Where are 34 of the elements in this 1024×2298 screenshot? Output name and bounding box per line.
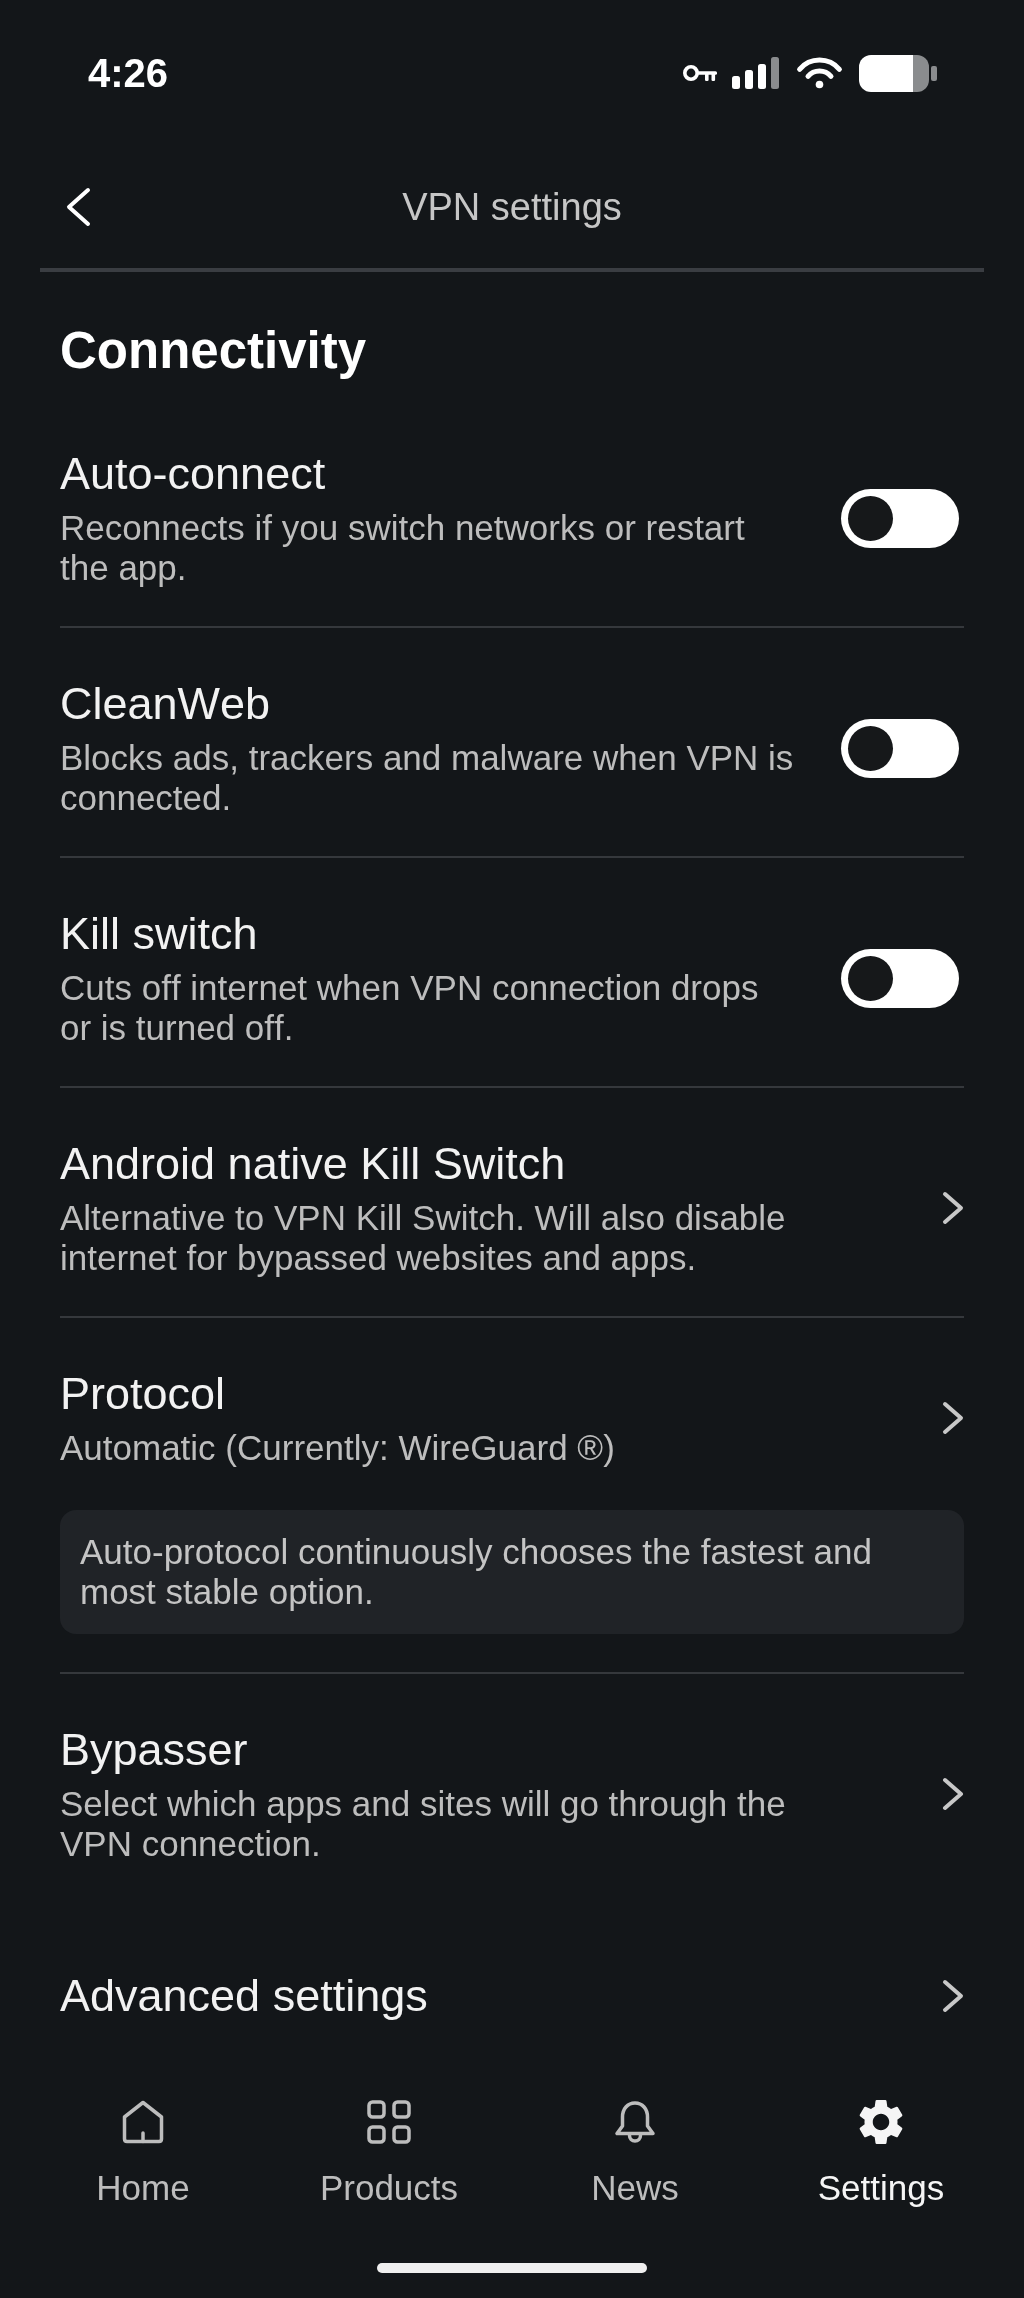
grid-icon bbox=[367, 2100, 411, 2144]
setting-description: Automatic (Currently: WireGuard ®) bbox=[60, 1428, 615, 1468]
section-heading: Connectivity bbox=[60, 321, 367, 381]
wifi-icon bbox=[796, 57, 843, 89]
battery-icon bbox=[859, 54, 937, 92]
nav-tab[interactable]: Home bbox=[96, 2100, 190, 2208]
chevron-right-icon[interactable] bbox=[942, 1777, 964, 1811]
back-icon[interactable] bbox=[65, 187, 91, 227]
settings-icon bbox=[859, 2100, 903, 2144]
setting-title: CleanWeb bbox=[60, 678, 271, 730]
nav-tab[interactable]: Settings bbox=[817, 2100, 945, 2208]
setting-description: Alternative to VPN Kill Switch. Will also disable internet for bypassed websites and apps. bbox=[60, 1198, 787, 1278]
nav-tab[interactable]: Products bbox=[319, 2100, 459, 2208]
setting-description: Reconnects if you switch networks or restart the app. bbox=[60, 508, 746, 588]
status-time: 4:26 bbox=[88, 53, 169, 93]
setting-title: Android native Kill Switch bbox=[60, 1138, 566, 1190]
key-icon bbox=[683, 64, 717, 82]
setting-title: Kill switch bbox=[60, 908, 258, 960]
screen-title: VPN settings bbox=[402, 185, 622, 230]
setting-title: Protocol bbox=[60, 1368, 226, 1420]
setting-title: Bypasser bbox=[60, 1724, 248, 1776]
chevron-right-icon[interactable] bbox=[942, 1979, 964, 2013]
setting-description: Cuts off internet when VPN connection drops or is turned off. bbox=[60, 968, 760, 1048]
nav-tab[interactable]: News bbox=[591, 2100, 679, 2208]
bell-icon bbox=[613, 2100, 657, 2144]
setting-title: Auto-connect bbox=[60, 448, 326, 500]
info-note: Auto-protocol continuously chooses the fastest and most stable option. bbox=[60, 1510, 964, 1634]
setting-description: Select which apps and sites will go through the VPN connection. bbox=[60, 1784, 787, 1864]
home-icon bbox=[121, 2100, 165, 2144]
setting-description: Blocks ads, trackers and malware when VPN is connected. bbox=[60, 738, 795, 818]
chevron-right-icon[interactable] bbox=[942, 1401, 964, 1435]
signal-icon bbox=[732, 57, 779, 89]
chevron-right-icon[interactable] bbox=[942, 1191, 964, 1225]
setting-title[interactable]: Advanced settings bbox=[60, 1970, 428, 2022]
